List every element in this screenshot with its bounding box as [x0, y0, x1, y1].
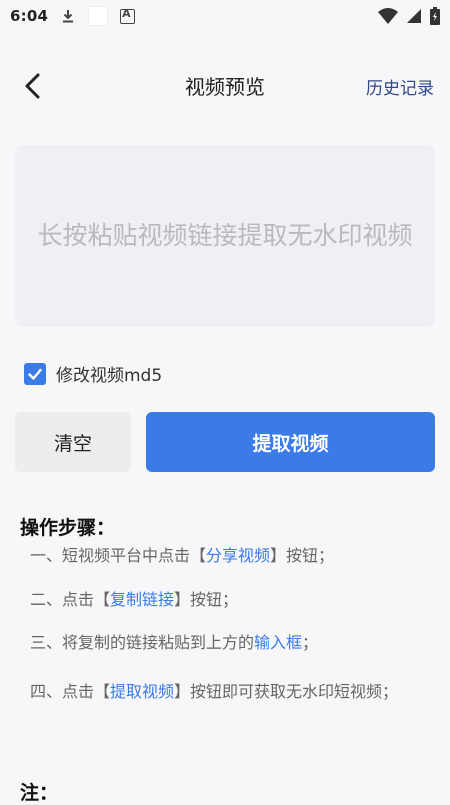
step-3-prefix: 三、将复制的链接粘贴到上方的 — [30, 633, 255, 652]
step-1: 一、短视频平台中点击【分享视频】按钮； — [30, 541, 425, 571]
step-1-prefix: 一、短视频平台中点击【 — [30, 546, 207, 565]
step-2-link: 复制链接 — [110, 590, 175, 609]
step-4-suffix: 】按钮即可获取无水印短视频； — [174, 682, 399, 701]
md5-checkbox[interactable] — [24, 362, 46, 385]
video-link-input[interactable]: 长按粘贴视频链接提取无水印视频 — [15, 145, 435, 327]
step-4: 四、点击【提取视频】按钮即可获取无水印短视频； — [30, 672, 425, 712]
md5-label: 修改视频md5 — [56, 366, 163, 386]
md5-option[interactable]: 修改视频md5 — [24, 361, 162, 386]
note-heading: 注： — [20, 782, 59, 804]
status-bar-right — [378, 7, 440, 25]
step-3-link: 输入框 — [254, 633, 303, 652]
step-4-prefix: 四、点击【 — [30, 682, 111, 701]
keyboard-a-icon — [120, 7, 136, 24]
step-3-suffix: ； — [302, 633, 319, 652]
clear-button[interactable]: 清空 — [15, 412, 131, 472]
signal-icon — [407, 9, 421, 23]
step-2: 二、点击【复制链接】按钮； — [30, 585, 425, 615]
step-2-suffix: 】按钮； — [174, 590, 239, 609]
step-4-link: 提取视频 — [110, 682, 175, 701]
download-icon — [63, 10, 74, 23]
check-icon — [28, 368, 42, 380]
step-3: 三、将复制的链接粘贴到上方的输入框； — [30, 628, 425, 658]
app-bar: 视频预览 历史记录 — [0, 58, 450, 110]
steps-heading: 操作步骤： — [20, 517, 116, 539]
history-link[interactable]: 历史记录 — [366, 74, 434, 99]
status-bar: 6:04 — [0, 0, 450, 32]
step-2-prefix: 二、点击【 — [30, 590, 111, 609]
status-bar-left: 6:04 — [10, 6, 136, 26]
notification-placeholder-icon — [88, 6, 109, 26]
extract-video-button[interactable]: 提取视频 — [146, 412, 435, 472]
step-1-link: 分享视频 — [206, 546, 271, 565]
step-1-suffix: 】按钮； — [270, 546, 335, 565]
status-time: 6:04 — [10, 7, 49, 25]
wifi-icon — [378, 8, 398, 24]
video-link-placeholder: 长按粘贴视频链接提取无水印视频 — [37, 221, 413, 250]
battery-icon — [430, 7, 440, 25]
